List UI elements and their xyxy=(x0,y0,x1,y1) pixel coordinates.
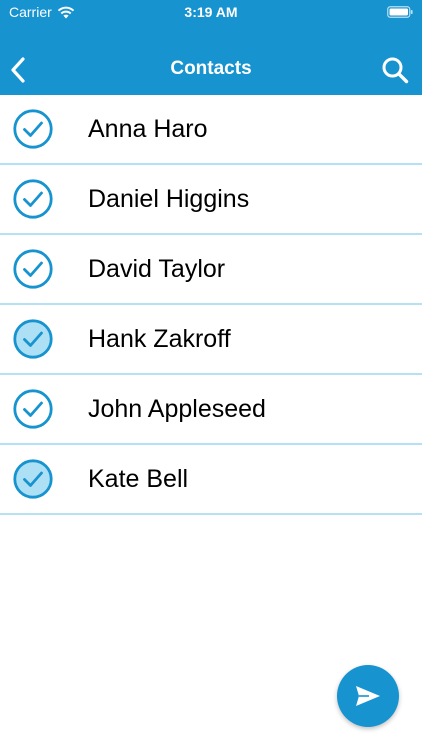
checkmark-circle-icon[interactable] xyxy=(13,109,53,149)
contact-name: Kate Bell xyxy=(88,465,189,493)
status-time: 3:19 AM xyxy=(184,4,238,20)
send-icon xyxy=(356,686,380,706)
contact-row[interactable]: Hank Zakroff xyxy=(0,305,422,375)
contact-list: Anna Haro Daniel Higgins David Taylor Ha… xyxy=(0,95,422,515)
search-button[interactable] xyxy=(380,55,410,85)
checkmark-circle-icon[interactable] xyxy=(13,179,53,219)
checkmark-circle-icon[interactable] xyxy=(13,459,53,499)
contact-name: Daniel Higgins xyxy=(88,185,250,213)
send-button[interactable] xyxy=(337,665,399,727)
contact-row[interactable]: Kate Bell xyxy=(0,445,422,515)
contact-row[interactable]: John Appleseed xyxy=(0,375,422,445)
navigation-bar: Contacts xyxy=(0,45,422,95)
contact-name: Anna Haro xyxy=(88,115,208,143)
contact-name: David Taylor xyxy=(88,255,226,283)
page-title: Contacts xyxy=(170,58,252,79)
checkmark-circle-icon[interactable] xyxy=(13,389,53,429)
status-bar: Carrier 3:19 AM xyxy=(0,0,422,28)
contact-name: Hank Zakroff xyxy=(88,325,231,353)
app-header: Carrier 3:19 AM Contacts xyxy=(0,0,422,95)
contact-row[interactable]: Anna Haro xyxy=(0,95,422,165)
battery-icon xyxy=(387,6,413,18)
checkmark-circle-icon[interactable] xyxy=(13,319,53,359)
contact-row[interactable]: Daniel Higgins xyxy=(0,165,422,235)
checkmark-circle-icon[interactable] xyxy=(13,249,53,289)
search-icon xyxy=(382,57,409,84)
contact-name: John Appleseed xyxy=(88,395,266,423)
contact-row[interactable]: David Taylor xyxy=(0,235,422,305)
